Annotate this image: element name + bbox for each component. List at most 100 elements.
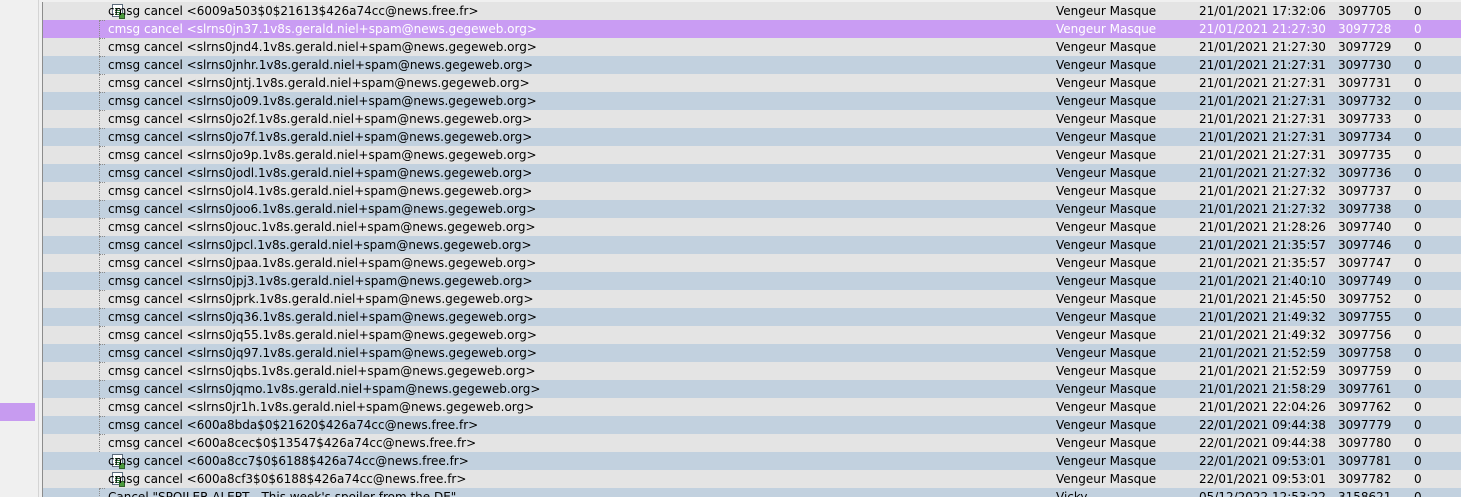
tree-line-vertical bbox=[99, 308, 100, 326]
message-from: Vengeur Masque bbox=[1056, 94, 1157, 108]
thread-tree-connector bbox=[77, 254, 91, 272]
message-row[interactable]: cmsg cancel <slrns0jprk.1v8s.gerald.niel… bbox=[43, 290, 1461, 308]
tree-line-vertical bbox=[99, 110, 100, 128]
message-score: 0 bbox=[1414, 4, 1422, 18]
message-row[interactable]: cmsg cancel <slrns0jo9p.1v8s.gerald.niel… bbox=[43, 146, 1461, 164]
tree-line-horizontal bbox=[99, 254, 105, 255]
message-date: 21/01/2021 21:35:57 bbox=[1199, 238, 1326, 252]
thread-tree-connector bbox=[77, 308, 91, 326]
message-date: 21/01/2021 21:58:29 bbox=[1199, 382, 1326, 396]
message-row[interactable]: cmsg cancel <slrns0jnd4.1v8s.gerald.niel… bbox=[43, 38, 1461, 56]
message-date: 21/01/2021 21:45:50 bbox=[1199, 292, 1326, 306]
message-from: Vengeur Masque bbox=[1056, 454, 1157, 468]
thread-tree-connector bbox=[77, 74, 91, 92]
message-row[interactable]: cmsg cancel <slrns0jpaa.1v8s.gerald.niel… bbox=[43, 254, 1461, 272]
message-row[interactable]: cmsg cancel <slrns0jr1h.1v8s.gerald.niel… bbox=[43, 398, 1461, 416]
message-row[interactable]: cmsg cancel <slrns0jqbs.1v8s.gerald.niel… bbox=[43, 362, 1461, 380]
message-score: 0 bbox=[1414, 328, 1422, 342]
message-row[interactable]: cmsg cancel <slrns0jo2f.1v8s.gerald.niel… bbox=[43, 110, 1461, 128]
message-row[interactable]: cmsg cancel <slrns0jqmo.1v8s.gerald.niel… bbox=[43, 380, 1461, 398]
message-subject: cmsg cancel <slrns0jouc.1v8s.gerald.niel… bbox=[108, 220, 536, 234]
message-from: Vengeur Masque bbox=[1056, 256, 1157, 270]
tree-line-horizontal bbox=[99, 398, 105, 399]
thread-tree-connector bbox=[77, 362, 91, 380]
message-row[interactable]: Cancel "SPOILER ALERT - This week's spoi… bbox=[43, 488, 1461, 497]
tree-line-horizontal bbox=[99, 236, 105, 237]
tree-line-vertical bbox=[99, 398, 100, 416]
message-row[interactable]: cmsg cancel <600a8bda$0$21620$426a74cc@n… bbox=[43, 416, 1461, 434]
message-subject: cmsg cancel <slrns0jol4.1v8s.gerald.niel… bbox=[108, 184, 533, 198]
message-row[interactable]: cmsg cancel <6009a503$0$21613$426a74cc@n… bbox=[43, 2, 1461, 20]
tree-line-horizontal bbox=[99, 326, 105, 327]
message-date: 21/01/2021 21:52:59 bbox=[1199, 364, 1326, 378]
message-date: 21/01/2021 21:35:57 bbox=[1199, 256, 1326, 270]
message-score: 0 bbox=[1414, 454, 1422, 468]
message-row[interactable]: cmsg cancel <slrns0jo7f.1v8s.gerald.niel… bbox=[43, 128, 1461, 146]
thread-tree-connector bbox=[77, 128, 91, 146]
message-row[interactable]: cmsg cancel <slrns0jntj.1v8s.gerald.niel… bbox=[43, 74, 1461, 92]
tree-line-vertical bbox=[99, 434, 100, 452]
message-row[interactable]: cmsg cancel <slrns0jq97.1v8s.gerald.niel… bbox=[43, 344, 1461, 362]
message-row[interactable]: cmsg cancel <slrns0jq36.1v8s.gerald.niel… bbox=[43, 308, 1461, 326]
message-from: Vengeur Masque bbox=[1056, 130, 1157, 144]
message-row[interactable]: cmsg cancel <slrns0jq55.1v8s.gerald.niel… bbox=[43, 326, 1461, 344]
tree-line-horizontal bbox=[99, 110, 105, 111]
message-subject: cmsg cancel <slrns0jpj3.1v8s.gerald.niel… bbox=[108, 274, 533, 288]
tree-line-horizontal bbox=[99, 380, 105, 381]
message-row[interactable]: cmsg cancel <slrns0jnhr.1v8s.gerald.niel… bbox=[43, 56, 1461, 74]
message-from: Vengeur Masque bbox=[1056, 40, 1157, 54]
tree-line-horizontal bbox=[99, 56, 105, 57]
message-subject: cmsg cancel <slrns0jnhr.1v8s.gerald.niel… bbox=[108, 58, 534, 72]
selected-folder-marker[interactable] bbox=[0, 403, 35, 421]
tree-line-horizontal bbox=[99, 74, 105, 75]
message-subject: cmsg cancel <slrns0jnd4.1v8s.gerald.niel… bbox=[108, 40, 537, 54]
message-date: 21/01/2021 21:27:30 bbox=[1199, 40, 1326, 54]
message-subject: cmsg cancel <600a8cc7$0$6188$426a74cc@ne… bbox=[108, 454, 469, 468]
message-score: 0 bbox=[1414, 256, 1422, 270]
tree-line-horizontal bbox=[99, 344, 105, 345]
message-date: 21/01/2021 21:27:31 bbox=[1199, 112, 1326, 126]
message-from: Vengeur Masque bbox=[1056, 310, 1157, 324]
message-number: 3097731 bbox=[1338, 76, 1392, 90]
message-score: 0 bbox=[1414, 382, 1422, 396]
message-subject: cmsg cancel <slrns0jpaa.1v8s.gerald.niel… bbox=[108, 256, 537, 270]
message-row[interactable]: cmsg cancel <slrns0jo09.1v8s.gerald.niel… bbox=[43, 92, 1461, 110]
message-date: 21/01/2021 21:27:31 bbox=[1199, 148, 1326, 162]
message-row[interactable]: cmsg cancel <slrns0jol4.1v8s.gerald.niel… bbox=[43, 182, 1461, 200]
message-date: 21/01/2021 21:28:26 bbox=[1199, 220, 1326, 234]
tree-line-vertical bbox=[99, 38, 100, 56]
message-row-selected[interactable]: cmsg cancel <slrns0jn37.1v8s.gerald.niel… bbox=[43, 20, 1461, 38]
message-number: 3097762 bbox=[1338, 400, 1392, 414]
message-row[interactable]: cmsg cancel <600a8cf3$0$6188$426a74cc@ne… bbox=[43, 470, 1461, 488]
thread-tree-connector bbox=[77, 326, 91, 344]
message-subject: cmsg cancel <slrns0jprk.1v8s.gerald.niel… bbox=[108, 292, 534, 306]
message-from: Vengeur Masque bbox=[1056, 58, 1157, 72]
message-score: 0 bbox=[1414, 436, 1422, 450]
message-row[interactable]: cmsg cancel <slrns0jodl.1v8s.gerald.niel… bbox=[43, 164, 1461, 182]
document-attachment-icon bbox=[77, 452, 125, 470]
message-row[interactable]: cmsg cancel <slrns0jouc.1v8s.gerald.niel… bbox=[43, 218, 1461, 236]
message-date: 22/01/2021 09:44:38 bbox=[1199, 436, 1326, 450]
message-from: Vengeur Masque bbox=[1056, 148, 1157, 162]
message-subject: cmsg cancel <slrns0jr1h.1v8s.gerald.niel… bbox=[108, 400, 535, 414]
message-date: 21/01/2021 21:27:32 bbox=[1199, 202, 1326, 216]
tree-line-vertical bbox=[99, 164, 100, 182]
message-from: Vicky bbox=[1056, 490, 1088, 497]
message-subject: Cancel "SPOILER ALERT - This week's spoi… bbox=[108, 490, 457, 497]
message-date: 21/01/2021 21:27:32 bbox=[1199, 184, 1326, 198]
message-score: 0 bbox=[1414, 22, 1422, 36]
message-subject: cmsg cancel <slrns0jqbs.1v8s.gerald.niel… bbox=[108, 364, 536, 378]
message-row[interactable]: cmsg cancel <600a8cc7$0$6188$426a74cc@ne… bbox=[43, 452, 1461, 470]
message-number: 3097729 bbox=[1338, 40, 1392, 54]
message-row[interactable]: cmsg cancel <slrns0joo6.1v8s.gerald.niel… bbox=[43, 200, 1461, 218]
message-from: Vengeur Masque bbox=[1056, 76, 1157, 90]
message-row[interactable]: cmsg cancel <600a8cec$0$13547$426a74cc@n… bbox=[43, 434, 1461, 452]
tree-line-horizontal bbox=[99, 92, 105, 93]
thread-tree-connector bbox=[77, 56, 91, 74]
message-row[interactable]: cmsg cancel <slrns0jpcl.1v8s.gerald.niel… bbox=[43, 236, 1461, 254]
message-list[interactable]: cmsg cancel <6009a503$0$21613$426a74cc@n… bbox=[42, 2, 1461, 497]
message-subject: cmsg cancel <slrns0jq36.1v8s.gerald.niel… bbox=[108, 310, 537, 324]
message-from: Vengeur Masque bbox=[1056, 382, 1157, 396]
message-row[interactable]: cmsg cancel <slrns0jpj3.1v8s.gerald.niel… bbox=[43, 272, 1461, 290]
tree-line-vertical bbox=[99, 128, 100, 146]
